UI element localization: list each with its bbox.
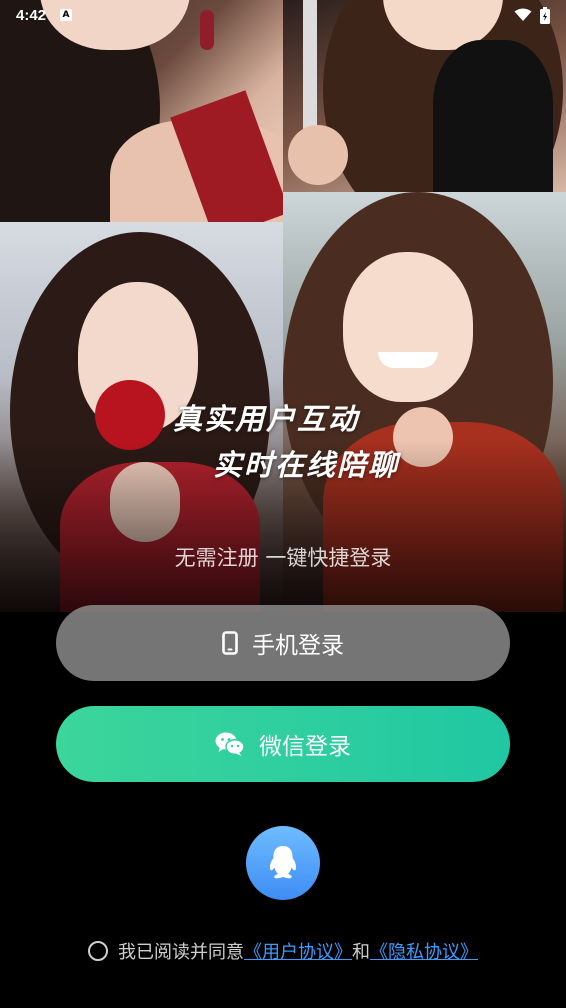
battery-icon xyxy=(540,6,550,24)
status-bar: 4:42 A xyxy=(0,0,566,30)
photo-collage xyxy=(0,0,566,700)
qq-penguin-icon xyxy=(269,846,297,879)
status-icons xyxy=(514,6,550,24)
wechat-login-button[interactable]: 微信登录 xyxy=(56,706,510,782)
wifi-icon xyxy=(514,8,532,21)
phone-login-button[interactable]: 手机登录 xyxy=(56,605,510,681)
phone-icon xyxy=(222,631,238,655)
wechat-login-label: 微信登录 xyxy=(259,734,351,760)
agreement-prefix: 我已阅读并同意 xyxy=(118,942,244,963)
a-notification-icon: A xyxy=(60,9,73,21)
quick-login-subtitle: 无需注册 一键快捷登录 xyxy=(174,546,392,570)
privacy-agreement-link[interactable]: 《隐私协议》 xyxy=(370,938,478,964)
phone-login-label: 手机登录 xyxy=(252,633,344,659)
slogan-line-2: 实时在线陪聊 xyxy=(213,448,400,482)
agreement-conjunction: 和 xyxy=(352,942,370,963)
portrait-photo-1 xyxy=(0,0,283,222)
agreement-checkbox[interactable] xyxy=(88,941,108,961)
qq-login-button[interactable] xyxy=(246,826,320,900)
status-time: 4:42 xyxy=(16,6,47,24)
user-agreement-link[interactable]: 《用户协议》 xyxy=(244,938,352,964)
wechat-icon xyxy=(215,732,245,756)
agreement-row: 我已阅读并同意 《用户协议》 和 《隐私协议》 xyxy=(0,938,566,964)
slogan-line-1: 真实用户互动 xyxy=(173,402,360,436)
